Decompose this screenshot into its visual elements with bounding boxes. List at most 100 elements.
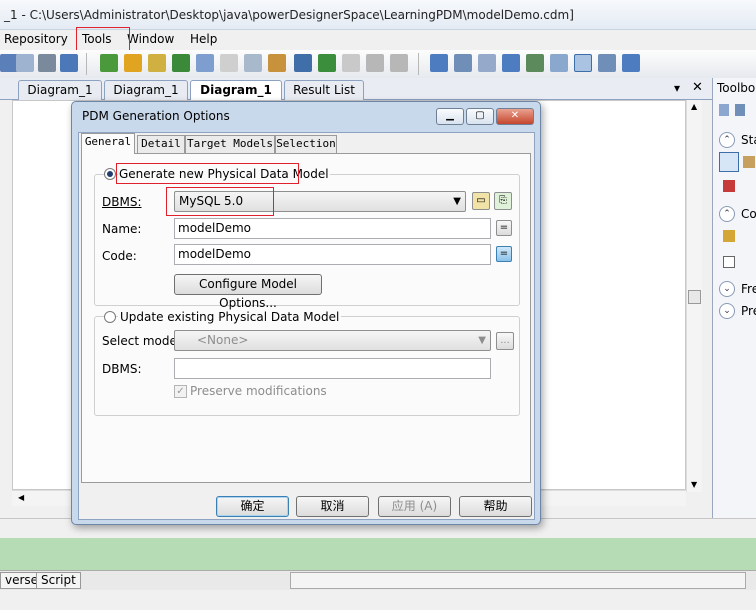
menu-help[interactable]: Help — [190, 32, 217, 46]
menu-window[interactable]: Window — [127, 32, 174, 46]
tab-close-icon[interactable]: ✕ — [692, 80, 703, 95]
minimize-icon[interactable]: ▁ — [436, 108, 464, 125]
toolbox-section-standard[interactable]: Sta — [741, 133, 756, 147]
tab-target-models[interactable]: Target Models — [185, 135, 275, 153]
layout-icon[interactable] — [430, 54, 448, 72]
select-model-ellipsis-button[interactable]: ... — [496, 332, 514, 350]
update-existing-label[interactable]: Update existing Physical Data Model — [118, 310, 342, 324]
name-equals-button[interactable]: = — [496, 220, 512, 236]
diagram-tab-bar: Diagram_1 Diagram_1 Diagram_1 Result Lis… — [0, 78, 712, 100]
tab-script[interactable]: Script — [36, 572, 81, 589]
zoom-icon[interactable] — [574, 54, 592, 72]
brush-icon[interactable] — [268, 54, 286, 72]
generate-new-radio[interactable] — [104, 168, 116, 180]
tab-general[interactable]: General — [81, 133, 135, 154]
code-field[interactable]: modelDemo — [174, 244, 491, 265]
package-icon[interactable] — [148, 54, 166, 72]
scroll-up-icon[interactable]: ▲ — [691, 102, 697, 111]
import-icon[interactable]: ⎘ — [494, 192, 512, 210]
toolbox-section-predefined[interactable]: Pre — [741, 304, 756, 318]
scissors-icon[interactable] — [723, 180, 735, 192]
collapse-icon[interactable]: ⌃ — [719, 206, 735, 222]
tree-icon[interactable] — [526, 54, 544, 72]
status-green-bar — [0, 538, 756, 570]
code-label: Code: — [102, 249, 137, 263]
table-icon[interactable] — [502, 54, 520, 72]
scroll-down-icon[interactable]: ▼ — [691, 480, 697, 489]
select-model-label: Select model: — [102, 334, 185, 348]
cancel-button[interactable]: 取消 — [296, 496, 369, 517]
scroll-thumb[interactable] — [688, 290, 701, 304]
help-button[interactable]: 帮助 — [459, 496, 532, 517]
properties-icon[interactable] — [38, 54, 56, 72]
arrow-right-icon[interactable] — [390, 54, 408, 72]
select-model-select[interactable]: <None> ▼ — [174, 330, 491, 351]
toolbox-panel: Toolbo ⌃ Sta ⌃ Co ⌄ Fre ⌄ Pre — [712, 78, 756, 518]
page-icon[interactable] — [478, 54, 496, 72]
ok-button[interactable]: 确定 — [216, 496, 289, 517]
preserve-modifications-checkbox[interactable]: ✓ — [174, 385, 187, 398]
tab-diagram-1-active[interactable]: Diagram_1 — [190, 80, 282, 100]
redo-icon[interactable] — [16, 54, 34, 72]
dbms-highlight-box — [166, 187, 274, 216]
toolbar-separator — [86, 53, 92, 75]
collapse-icon[interactable]: ⌃ — [719, 132, 735, 148]
text-icon[interactable] — [318, 54, 336, 72]
file-icon[interactable] — [723, 256, 735, 268]
update-existing-radio[interactable] — [104, 311, 116, 323]
maximize-icon[interactable]: ▢ — [466, 108, 494, 125]
chevron-down-icon: ▼ — [453, 196, 461, 207]
tab-dropdown-icon[interactable]: ▾ — [674, 81, 680, 95]
grid-icon[interactable] — [244, 54, 262, 72]
dbms2-field[interactable] — [174, 358, 491, 379]
toolbar-separator — [418, 53, 424, 75]
close-icon[interactable]: ✕ — [496, 108, 534, 125]
open-icon[interactable] — [124, 54, 142, 72]
pencil-icon[interactable] — [294, 54, 312, 72]
toolbox-list-icon[interactable] — [735, 104, 745, 116]
align-icon[interactable] — [454, 54, 472, 72]
dbms-label: DBMS: — [102, 195, 142, 209]
output-icon[interactable] — [622, 54, 640, 72]
arrow-left-icon[interactable] — [366, 54, 384, 72]
diagram-icon[interactable] — [550, 54, 568, 72]
select-model-value: <None> — [197, 333, 249, 347]
check-model-icon[interactable] — [196, 54, 214, 72]
tab-diagram-1-b[interactable]: Diagram_1 — [104, 80, 188, 100]
tab-selection[interactable]: Selection — [275, 135, 337, 153]
toolbox-section-conceptual[interactable]: Co — [741, 207, 756, 221]
new-model-icon[interactable] — [100, 54, 118, 72]
expand-icon[interactable]: ⌄ — [719, 303, 735, 319]
frame-icon[interactable] — [220, 54, 238, 72]
window-titlebar: _1 - C:\Users\Administrator\Desktop\java… — [0, 0, 756, 30]
configure-model-options-button[interactable]: Configure Model Options... — [174, 274, 322, 310]
name-label: Name: — [102, 222, 142, 236]
menu-bar: Repository Tools Window Help — [0, 27, 756, 53]
tab-result-list[interactable]: Result List — [284, 80, 364, 100]
entity-icon[interactable] — [723, 230, 735, 242]
menu-repository[interactable]: Repository — [4, 32, 68, 46]
pointer-icon[interactable] — [719, 152, 739, 172]
chevron-down-icon: ▼ — [478, 335, 486, 346]
name-field[interactable]: modelDemo — [174, 218, 491, 239]
apply-button[interactable]: 应用 (A) — [378, 496, 451, 517]
refresh-icon[interactable] — [172, 54, 190, 72]
code-equals-button[interactable]: = — [496, 246, 512, 262]
tab-diagram-1-a[interactable]: Diagram_1 — [18, 80, 102, 100]
toolbox-section-free[interactable]: Fre — [741, 282, 756, 296]
bottom-tab-bar: verse Script — [0, 570, 756, 590]
toolbar — [0, 50, 756, 78]
link-icon[interactable] — [342, 54, 360, 72]
vertical-scrollbar[interactable]: ▲ ▼ — [686, 100, 702, 492]
dialog-title: PDM Generation Options — [82, 109, 230, 123]
tab-detail[interactable]: Detail — [137, 135, 185, 153]
comment-icon[interactable] — [598, 54, 616, 72]
hand-icon[interactable] — [743, 156, 755, 168]
toolbox-grid-icon[interactable] — [719, 104, 729, 116]
dialog-body: General Detail Target Models Selection G… — [78, 132, 535, 520]
expand-icon[interactable]: ⌄ — [719, 281, 735, 297]
scroll-left-icon[interactable]: ◀ — [18, 493, 24, 502]
bottom-horizontal-scrollbar[interactable] — [290, 572, 746, 589]
globe-icon[interactable] — [60, 54, 78, 72]
folder-icon[interactable]: ▭ — [472, 192, 490, 210]
